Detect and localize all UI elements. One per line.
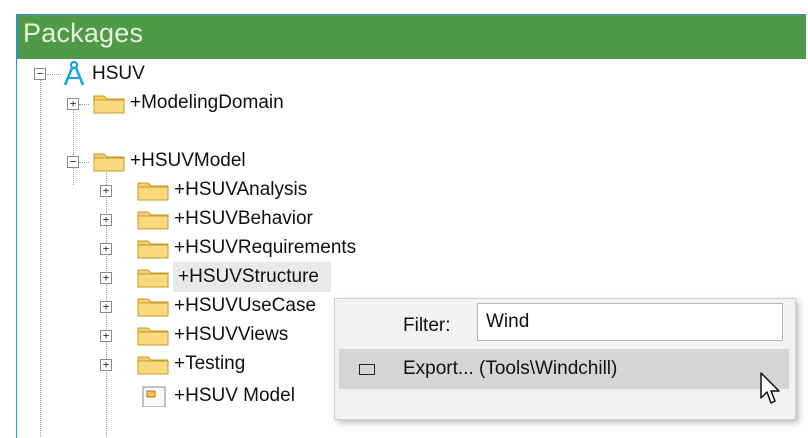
expand-toggle[interactable]: + (100, 185, 112, 197)
tree-label: +HSUVUseCase (174, 295, 317, 316)
panel-titlebar: Packages (17, 15, 806, 59)
expand-toggle[interactable]: + (100, 330, 112, 342)
expand-toggle[interactable]: + (100, 243, 112, 255)
tree-row-hsuvviews[interactable]: +HSUVViews (137, 320, 288, 350)
tree-line (79, 162, 89, 163)
tree-row-hsuv-model-diagram[interactable]: +HSUV Model (137, 381, 295, 411)
tree-row-hsuvstructure[interactable] (137, 262, 169, 292)
tree-row-hsuvrequirements[interactable]: +HSUVRequirements (137, 233, 356, 263)
mouse-cursor-icon (760, 372, 780, 404)
tree-label: +HSUVViews (174, 324, 289, 345)
filter-input[interactable] (477, 303, 783, 341)
collapse-toggle[interactable]: − (67, 156, 79, 168)
expand-toggle[interactable]: + (100, 272, 112, 284)
tree-row-hsuvusecase[interactable]: +HSUVUseCase (137, 291, 316, 321)
folder-icon (93, 95, 125, 114)
tree-label: HSUV (92, 63, 145, 84)
tree-row-testing[interactable]: +Testing (137, 349, 245, 379)
diagram-icon (142, 386, 166, 407)
expand-toggle[interactable]: + (67, 98, 79, 110)
folder-icon (137, 356, 169, 375)
collapse-toggle[interactable]: − (34, 68, 46, 80)
folder-icon (93, 153, 125, 172)
tree-row-hsuvmodel[interactable]: +HSUVModel (93, 146, 246, 176)
folder-icon (137, 240, 169, 259)
tree-row-modelingdomain[interactable]: +ModelingDomain (93, 88, 284, 118)
tree-row-hsuvbehavior[interactable]: +HSUVBehavior (137, 204, 313, 234)
folder-icon (137, 327, 169, 346)
export-menu-label: Export... (Tools\Windchill) (403, 358, 618, 379)
tree-row-selected[interactable]: +HSUVStructure (173, 262, 331, 292)
export-menu-item[interactable]: Export... (Tools\Windchill) (339, 349, 789, 389)
panel-title: Packages (23, 18, 144, 48)
tree-label: +HSUV Model (174, 385, 295, 406)
expand-toggle[interactable]: + (100, 214, 112, 226)
expand-toggle[interactable]: + (100, 359, 112, 371)
model-root-icon (63, 61, 85, 86)
window-icon (359, 364, 375, 375)
tree-label: +HSUVRequirements (174, 237, 357, 258)
tree-line (79, 104, 89, 105)
tree-row-root[interactable]: HSUV (61, 59, 145, 89)
tree-label: +ModelingDomain (130, 92, 284, 113)
tree-label: +HSUVStructure (178, 266, 319, 287)
filter-label: Filter: (403, 315, 451, 336)
tree-line (47, 74, 61, 75)
folder-icon (137, 298, 169, 317)
tree-label: +Testing (174, 353, 246, 374)
folder-icon (137, 211, 169, 230)
tree-label: +HSUVBehavior (174, 208, 313, 229)
context-menu: Filter: Export... (Tools\Windchill) (334, 298, 796, 420)
expand-toggle[interactable]: + (100, 301, 112, 313)
folder-icon (137, 269, 169, 288)
folder-icon (137, 182, 169, 201)
tree-line (73, 105, 74, 185)
tree-label: +HSUVAnalysis (174, 179, 308, 200)
tree-row-hsuvanalysis[interactable]: +HSUVAnalysis (137, 175, 307, 205)
tree-label: +HSUVModel (130, 150, 246, 171)
tree-line (40, 79, 41, 438)
